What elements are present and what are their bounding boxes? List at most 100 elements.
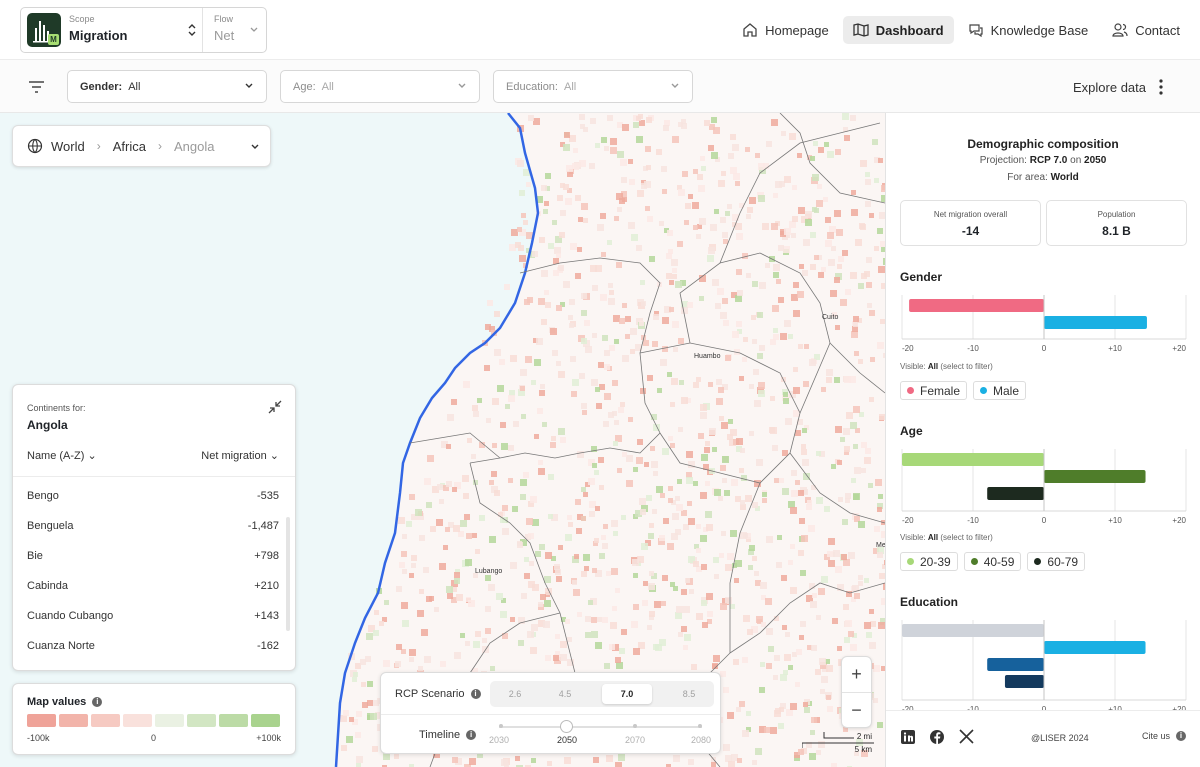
heat-pixel [764, 727, 770, 733]
location-breadcrumb[interactable]: World › Africa › Angola [12, 125, 271, 167]
heat-pixel [417, 610, 424, 617]
heat-pixel [672, 268, 677, 273]
timeline-year[interactable]: 2030 [489, 735, 509, 745]
legend-chip[interactable]: Female [900, 381, 968, 400]
age-chart[interactable]: -20 -10 0 +10 +20 [900, 449, 1190, 525]
x-twitter-icon[interactable] [959, 729, 974, 744]
flow-dropdown[interactable]: Flow Net [202, 8, 267, 52]
breadcrumb-world[interactable]: World [51, 139, 85, 154]
heat-pixel [545, 173, 551, 179]
zoom-in-button[interactable]: + [842, 657, 871, 693]
heat-pixel [685, 578, 690, 583]
list-item[interactable]: Bie +798 [27, 550, 279, 580]
zoom-out-button[interactable]: − [842, 693, 871, 729]
legend-chip[interactable]: 20-39 [900, 552, 958, 571]
education-filter[interactable]: Education: All [493, 70, 693, 103]
heat-pixel [796, 649, 802, 655]
timeline-year[interactable]: 2080 [691, 735, 711, 745]
heat-pixel [746, 711, 751, 716]
heat-pixel [793, 387, 800, 394]
timeline-year[interactable]: 2070 [625, 735, 645, 745]
rcp-option[interactable]: 7.0 [602, 684, 652, 704]
tick-label: 0 [1042, 516, 1047, 525]
heat-pixel [446, 444, 451, 449]
heat-pixel [657, 388, 662, 393]
legend-chip[interactable]: 40-59 [963, 552, 1022, 571]
info-icon[interactable]: i [470, 689, 481, 699]
list-item[interactable]: Cuando Cubango +143 [27, 610, 279, 640]
heat-pixel [346, 736, 353, 743]
rcp-scenario-segmented[interactable]: 2.6 4.5 7.0 8.5 [490, 681, 714, 707]
collapse-icon[interactable] [267, 399, 283, 415]
heat-pixel [815, 669, 821, 675]
scope-selector[interactable]: M Scope Migration Flow Net [20, 7, 267, 53]
chevron-down-icon[interactable] [250, 142, 260, 152]
facebook-icon[interactable] [929, 729, 945, 745]
info-icon[interactable]: i [466, 730, 477, 740]
heat-pixel [575, 273, 581, 279]
map-canvas[interactable]: Cuito Huambo Lubango Me World › Africa ›… [0, 113, 885, 767]
metric-select-button[interactable]: Net migration ⌄ [201, 449, 279, 462]
breadcrumb-africa[interactable]: Africa [113, 139, 146, 154]
heat-pixel [512, 506, 518, 512]
list-item[interactable]: Bengo -535 [27, 490, 279, 520]
gender-chart[interactable]: -20 -10 0 +10 +20 [900, 295, 1190, 353]
heat-pixel [835, 566, 842, 573]
legend-chip[interactable]: 60-79 [1027, 552, 1086, 571]
heat-pixel [840, 299, 847, 306]
heat-pixel [443, 545, 448, 550]
heat-pixel [725, 564, 732, 571]
timeline-track[interactable] [499, 724, 702, 728]
heat-pixel [753, 369, 759, 375]
heat-pixel [874, 246, 879, 251]
heat-pixel [837, 264, 842, 269]
list-item[interactable]: Cabinda +210 [27, 580, 279, 610]
list-item[interactable]: Benguela -1,487 [27, 520, 279, 550]
rcp-option[interactable]: 8.5 [664, 681, 714, 707]
heat-pixel [758, 390, 765, 397]
nav-homepage-label: Homepage [765, 22, 829, 38]
heat-pixel [853, 406, 860, 413]
cite-us-button[interactable]: Cite us i [1142, 731, 1186, 741]
heat-pixel [604, 146, 609, 151]
rcp-option[interactable]: 2.6 [490, 681, 540, 707]
filter-icon[interactable] [28, 80, 45, 94]
legend-chip[interactable]: Male [973, 381, 1027, 400]
nav-contact[interactable]: Contact [1102, 16, 1190, 44]
heat-pixel [829, 226, 836, 233]
nav-knowledge-base[interactable]: Knowledge Base [958, 16, 1099, 44]
rcp-option[interactable]: 4.5 [540, 681, 590, 707]
timeline-year[interactable]: 2050 [557, 735, 577, 745]
info-icon[interactable]: i [92, 697, 103, 707]
heat-pixel [732, 144, 739, 151]
heat-pixel [610, 138, 617, 145]
education-chart[interactable]: -20-100+10+20 [900, 620, 1190, 714]
heat-pixel [701, 454, 708, 461]
heat-pixel [612, 380, 618, 386]
more-vertical-icon[interactable] [1159, 79, 1163, 95]
scrollbar[interactable] [286, 517, 290, 631]
heat-pixel [848, 552, 855, 559]
heat-pixel [451, 399, 457, 405]
heat-pixel [782, 488, 789, 495]
heat-pixel [814, 255, 819, 260]
heat-pixel [552, 220, 557, 225]
nav-homepage[interactable]: Homepage [732, 16, 839, 44]
heat-pixel [524, 557, 529, 562]
heat-pixel [831, 464, 836, 469]
gender-filter[interactable]: Gender: All [67, 70, 267, 103]
timeline-thumb[interactable] [560, 720, 573, 733]
nav-dashboard[interactable]: Dashboard [842, 16, 954, 44]
heat-pixel [841, 554, 847, 560]
explore-data-button[interactable]: Explore data [1073, 80, 1146, 95]
list-item[interactable]: Cuanza Norte -162 [27, 640, 279, 670]
age-filter[interactable]: Age: All [280, 70, 480, 103]
info-icon: i [1176, 731, 1186, 741]
heat-pixel [685, 203, 691, 209]
linkedin-icon[interactable] [900, 729, 916, 745]
scope-dropdown[interactable]: Scope Migration [69, 14, 201, 48]
heat-pixel [712, 447, 717, 452]
heat-pixel [567, 515, 572, 520]
heat-pixel [869, 397, 874, 402]
sort-by-name-button[interactable]: Name (A-Z) ⌄ [27, 449, 97, 462]
